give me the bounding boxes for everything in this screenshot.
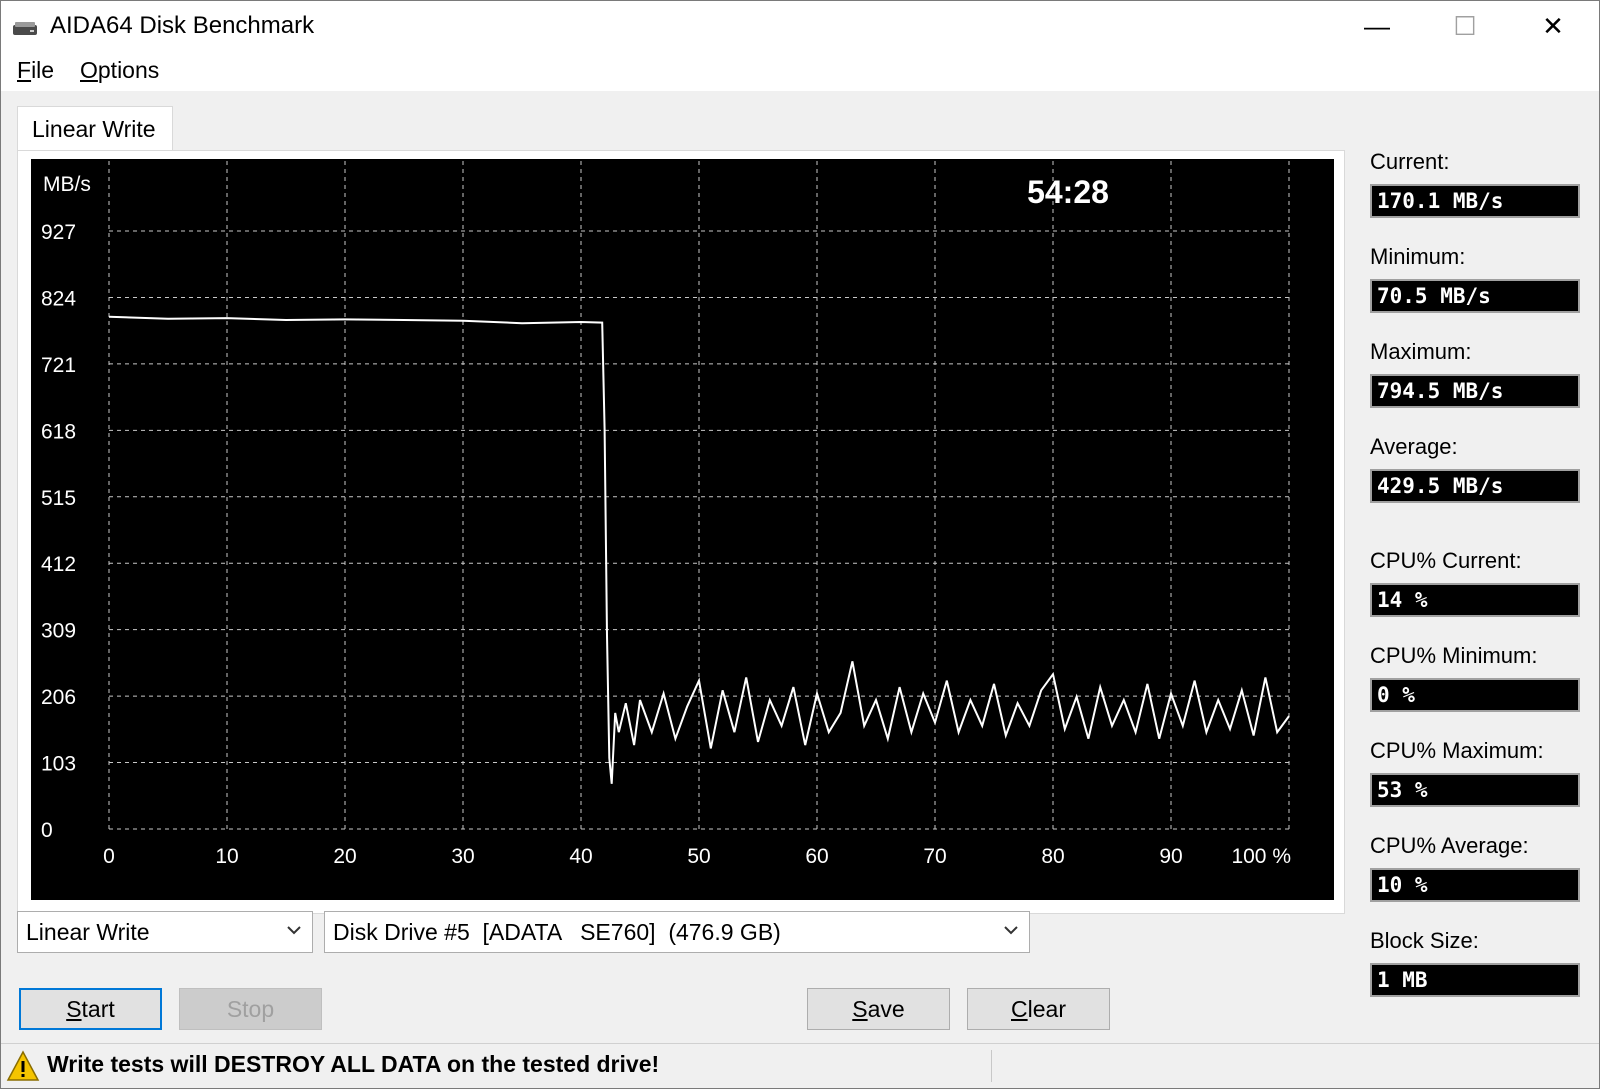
stat-value: 429.5 MB/s bbox=[1370, 469, 1580, 503]
chevron-down-icon bbox=[1004, 926, 1018, 935]
stat-label: Maximum: bbox=[1370, 339, 1472, 364]
benchmark-chart: 0 103 206 309 412 515 618 721 824 927 0 10 20 30 40 50 6… bbox=[31, 159, 1334, 900]
stat-value: 10 % bbox=[1370, 868, 1580, 902]
tab-linear-write[interactable]: Linear Write bbox=[17, 106, 173, 153]
stat-label: CPU% Current: bbox=[1370, 548, 1522, 573]
status-separator bbox=[991, 1050, 992, 1082]
y-tick-label: 927 bbox=[41, 221, 76, 244]
title-bar[interactable]: AIDA64 Disk Benchmark — ☐ ✕ bbox=[1, 1, 1599, 51]
warning-message: Write tests will DESTROY ALL DATA on the… bbox=[47, 1051, 660, 1077]
x-tick-label: 50 bbox=[687, 845, 710, 868]
warning-icon bbox=[6, 1050, 40, 1081]
clear-button[interactable]: Clear bbox=[967, 988, 1110, 1030]
x-tick-label: 80 bbox=[1041, 845, 1064, 868]
x-tick-label: 60 bbox=[805, 845, 828, 868]
status-bar: Write tests will DESTROY ALL DATA on the… bbox=[1, 1043, 1599, 1088]
minimize-button[interactable]: — bbox=[1331, 1, 1423, 51]
y-tick-label: 618 bbox=[41, 420, 76, 443]
stat-label: CPU% Average: bbox=[1370, 833, 1529, 858]
y-tick-label: 515 bbox=[41, 487, 76, 510]
y-tick-label: 0 bbox=[41, 819, 53, 842]
stat-value: 53 % bbox=[1370, 773, 1580, 807]
stat-value: 1 MB bbox=[1370, 963, 1580, 997]
close-button[interactable]: ✕ bbox=[1507, 1, 1599, 51]
elapsed-time: 54:28 bbox=[1027, 174, 1109, 210]
benchmark-window: AIDA64 Disk Benchmark — ☐ ✕ File Options… bbox=[0, 0, 1600, 1089]
chevron-down-icon bbox=[287, 926, 301, 935]
x-tick-label: 30 bbox=[451, 845, 474, 868]
stat-value: 14 % bbox=[1370, 583, 1580, 617]
y-tick-label: 103 bbox=[41, 753, 76, 776]
save-button[interactable]: Save bbox=[807, 988, 950, 1030]
tab-label: Linear Write bbox=[32, 116, 156, 142]
menu-bar: File Options bbox=[1, 51, 1599, 91]
drive-value: Disk Drive #5 [ADATA SE760] (476.9 GB) bbox=[333, 919, 781, 945]
y-tick-label: 206 bbox=[41, 686, 76, 709]
test-type-value: Linear Write bbox=[26, 919, 150, 945]
y-tick-label: 824 bbox=[41, 287, 76, 310]
stat-label: Average: bbox=[1370, 434, 1458, 459]
stat-label: CPU% Maximum: bbox=[1370, 738, 1544, 763]
stop-button[interactable]: Stop bbox=[179, 988, 322, 1030]
y-tick-label: 412 bbox=[41, 553, 76, 576]
start-button[interactable]: Start bbox=[19, 988, 162, 1030]
x-tick-label: 100 % bbox=[1231, 845, 1291, 868]
stat-value: 170.1 MB/s bbox=[1370, 184, 1580, 218]
stat-value: 0 % bbox=[1370, 678, 1580, 712]
test-type-select[interactable]: Linear Write bbox=[17, 911, 313, 953]
stat-label: Block Size: bbox=[1370, 928, 1479, 953]
stat-label: Minimum: bbox=[1370, 244, 1466, 269]
y-tick-label: 721 bbox=[41, 354, 76, 377]
x-tick-label: 10 bbox=[215, 845, 238, 868]
menu-options[interactable]: Options bbox=[80, 57, 159, 84]
disk-drive-icon bbox=[13, 22, 37, 35]
stat-value: 70.5 MB/s bbox=[1370, 279, 1580, 313]
window-title: AIDA64 Disk Benchmark bbox=[50, 12, 315, 39]
stat-value: 794.5 MB/s bbox=[1370, 374, 1580, 408]
y-axis-label: MB/s bbox=[43, 173, 91, 196]
menu-file[interactable]: File bbox=[17, 57, 54, 84]
x-tick-label: 70 bbox=[923, 845, 946, 868]
x-tick-label: 20 bbox=[333, 845, 356, 868]
x-tick-label: 40 bbox=[569, 845, 592, 868]
x-tick-label: 0 bbox=[103, 845, 115, 868]
stat-label: Current: bbox=[1370, 149, 1450, 174]
y-tick-label: 309 bbox=[41, 620, 76, 643]
chart-canvas: 0 103 206 309 412 515 618 721 824 927 0 10 20 30 40 50 6… bbox=[41, 161, 1291, 868]
drive-select[interactable]: Disk Drive #5 [ADATA SE760] (476.9 GB) bbox=[324, 911, 1030, 953]
maximize-button[interactable]: ☐ bbox=[1419, 1, 1511, 51]
x-tick-label: 90 bbox=[1159, 845, 1182, 868]
stat-label: CPU% Minimum: bbox=[1370, 643, 1538, 668]
